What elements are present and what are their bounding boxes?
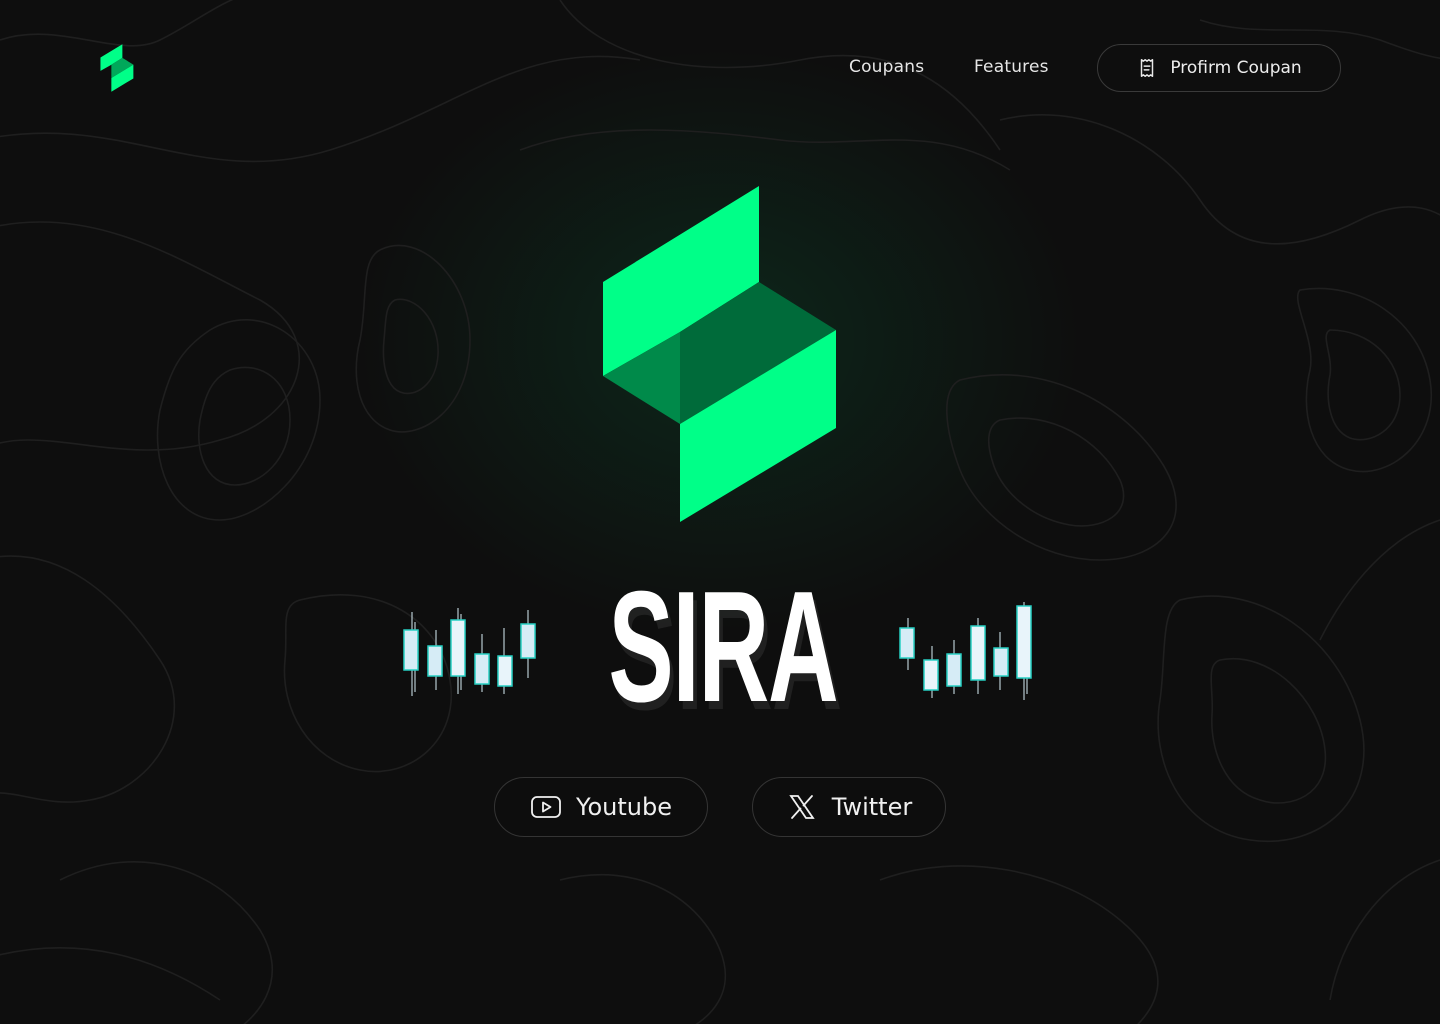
confirm-coupon-button[interactable]: Profirm Coupan: [1097, 44, 1341, 92]
twitter-label: Twitter: [831, 793, 913, 821]
brand-logo-icon[interactable]: [100, 44, 134, 92]
receipt-icon: [1141, 59, 1154, 77]
hero-title: SIRA: [608, 559, 838, 735]
candlestick-chart-icon: [899, 602, 1032, 700]
landing-page: Coupans Features Profirm Coupan SIRA You…: [0, 0, 1440, 1024]
nav-link-features[interactable]: Features: [974, 57, 1049, 77]
confirm-coupon-label: Profirm Coupan: [1170, 58, 1302, 78]
nav-link-coupans[interactable]: Coupans: [849, 57, 924, 77]
youtube-button[interactable]: Youtube: [494, 777, 708, 837]
x-logo-icon: [789, 795, 815, 819]
youtube-play-icon: [531, 796, 561, 818]
youtube-label: Youtube: [576, 793, 672, 821]
twitter-button[interactable]: Twitter: [752, 777, 946, 837]
candlestick-chart-icon: [403, 608, 536, 696]
sira-s-logo-icon: [603, 186, 836, 522]
